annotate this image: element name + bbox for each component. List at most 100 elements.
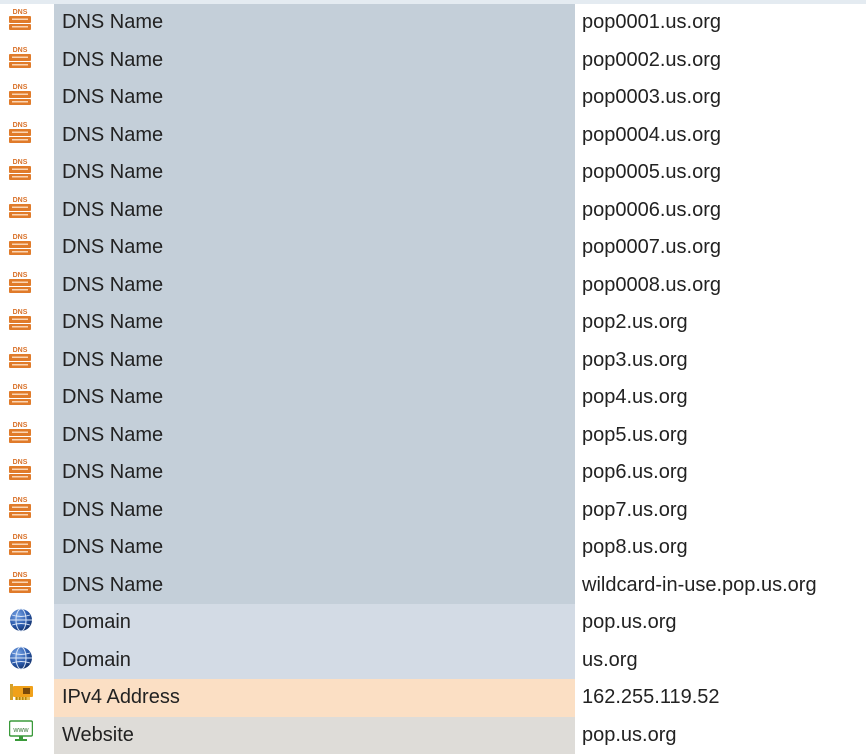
table-row[interactable]: DNS DNS Namepop8.us.org [0,529,866,567]
table-row[interactable]: DNS DNS Namepop3.us.org [0,342,866,380]
dns-icon-label: DNS [13,347,28,354]
entity-value[interactable]: wildcard-in-use.pop.us.org [575,567,866,605]
entity-value[interactable]: pop3.us.org [575,342,866,380]
entity-icon-cell: DNS [0,417,54,455]
entity-icon-cell: DNS [0,342,54,380]
dns-server-icon: DNS [9,157,31,181]
dns-icon-label: DNS [13,122,28,129]
entity-type-label: IPv4 Address [54,679,575,717]
table-row[interactable]: DNS DNS Namepop0003.us.org [0,79,866,117]
entity-value[interactable]: pop.us.org [575,604,866,642]
dns-icon-label: DNS [13,497,28,504]
entity-type-label: DNS Name [54,4,575,42]
entity-icon-cell: DNS [0,42,54,80]
dns-icon-label: DNS [13,234,28,241]
entity-icon-cell: DNS [0,454,54,492]
entity-type-label: Domain [54,642,575,680]
entity-icon-cell: www [0,717,54,754]
entity-table: DNS DNS Namepop0001.us.org DNS DNS Namep… [0,4,866,754]
entity-type-label: DNS Name [54,454,575,492]
entity-value[interactable]: pop7.us.org [575,492,866,530]
dns-server-icon: DNS [9,120,31,144]
entity-icon-cell: DNS [0,229,54,267]
dns-icon-label: DNS [13,159,28,166]
entity-value[interactable]: pop5.us.org [575,417,866,455]
entity-type-label: DNS Name [54,492,575,530]
dns-icon-label: DNS [13,9,28,16]
table-row[interactable]: DNS DNS Namepop4.us.org [0,379,866,417]
entity-type-label: DNS Name [54,192,575,230]
dns-icon-label: DNS [13,572,28,579]
entity-icon-cell [0,679,54,717]
entity-type-label: DNS Name [54,42,575,80]
dns-server-icon: DNS [9,7,31,31]
dns-icon-label: DNS [13,309,28,316]
entity-value[interactable]: pop0001.us.org [575,4,866,42]
entity-icon-cell: DNS [0,4,54,42]
entity-value[interactable]: pop.us.org [575,717,866,754]
entity-value[interactable]: us.org [575,642,866,680]
entity-type-label: Website [54,717,575,754]
dns-server-icon: DNS [9,195,31,219]
entity-type-label: DNS Name [54,229,575,267]
entity-value[interactable]: pop0006.us.org [575,192,866,230]
entity-value[interactable]: pop0005.us.org [575,154,866,192]
dns-server-icon: DNS [9,307,31,331]
table-row[interactable]: DNS DNS Namepop0005.us.org [0,154,866,192]
table-row[interactable]: IPv4 Address162.255.119.52 [0,679,866,717]
dns-server-icon: DNS [9,45,31,69]
globe-icon [9,608,33,632]
entity-value[interactable]: pop6.us.org [575,454,866,492]
dns-icon-label: DNS [13,272,28,279]
entity-type-label: DNS Name [54,304,575,342]
entity-value[interactable]: pop0002.us.org [575,42,866,80]
entity-icon-cell [0,604,54,642]
entity-value[interactable]: pop8.us.org [575,529,866,567]
entity-value[interactable]: pop0007.us.org [575,229,866,267]
table-row[interactable]: DNS DNS Namewildcard-in-use.pop.us.org [0,567,866,605]
entity-icon-cell [0,642,54,680]
table-row[interactable]: DNS DNS Namepop0002.us.org [0,42,866,80]
entity-value[interactable]: pop4.us.org [575,379,866,417]
dns-icon-label: DNS [13,534,28,541]
dns-server-icon: DNS [9,382,31,406]
entity-icon-cell: DNS [0,304,54,342]
entity-icon-cell: DNS [0,79,54,117]
entity-icon-cell: DNS [0,567,54,605]
entity-type-label: DNS Name [54,567,575,605]
entity-type-label: Domain [54,604,575,642]
table-row[interactable]: DNS DNS Namepop6.us.org [0,454,866,492]
entity-type-label: DNS Name [54,342,575,380]
table-row[interactable]: DNS DNS Namepop0001.us.org [0,4,866,42]
table-row[interactable]: Domainpop.us.org [0,604,866,642]
table-row[interactable]: DNS DNS Namepop0008.us.org [0,267,866,305]
entity-value[interactable]: pop0003.us.org [575,79,866,117]
entity-icon-cell: DNS [0,154,54,192]
dns-icon-label: DNS [13,422,28,429]
table-row[interactable]: www Websitepop.us.org [0,717,866,754]
table-row[interactable]: Domainus.org [0,642,866,680]
entity-value[interactable]: pop2.us.org [575,304,866,342]
entity-icon-cell: DNS [0,267,54,305]
table-row[interactable]: DNS DNS Namepop0007.us.org [0,229,866,267]
table-row[interactable]: DNS DNS Namepop5.us.org [0,417,866,455]
table-row[interactable]: DNS DNS Namepop7.us.org [0,492,866,530]
entity-type-label: DNS Name [54,79,575,117]
dns-server-icon: DNS [9,420,31,444]
entity-type-label: DNS Name [54,154,575,192]
dns-icon-label: DNS [13,459,28,466]
entity-value[interactable]: pop0008.us.org [575,267,866,305]
dns-server-icon: DNS [9,345,31,369]
entity-value[interactable]: pop0004.us.org [575,117,866,155]
table-row[interactable]: DNS DNS Namepop2.us.org [0,304,866,342]
dns-icon-label: DNS [13,47,28,54]
table-row[interactable]: DNS DNS Namepop0004.us.org [0,117,866,155]
www-monitor-icon: www [9,720,33,744]
entity-type-label: DNS Name [54,117,575,155]
network-card-icon [10,684,34,702]
entity-value[interactable]: 162.255.119.52 [575,679,866,717]
entity-type-label: DNS Name [54,529,575,567]
dns-icon-label: DNS [13,197,28,204]
entity-type-label: DNS Name [54,379,575,417]
table-row[interactable]: DNS DNS Namepop0006.us.org [0,192,866,230]
